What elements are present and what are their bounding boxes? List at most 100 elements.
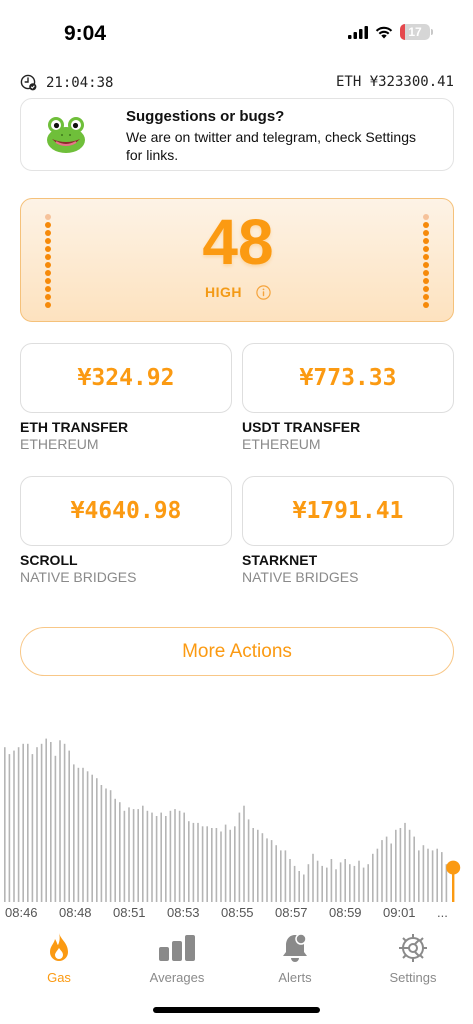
chart-bar: [229, 829, 231, 902]
gas-level-dots-right: [423, 214, 429, 308]
eth-price: ETH ¥323300.41: [335, 74, 454, 90]
chart-bar: [128, 807, 130, 902]
tile-network: ETHEREUM: [242, 436, 321, 452]
chart-bar: [362, 867, 365, 902]
chart-bar: [441, 852, 443, 902]
chart-bar: [358, 860, 360, 902]
current-time: 21:04:38: [46, 74, 114, 91]
chart-bar: [427, 848, 429, 902]
tab-alerts[interactable]: Alerts: [245, 929, 345, 985]
level-dot: [423, 294, 429, 300]
info-icon[interactable]: [256, 284, 271, 300]
chart-bar: [376, 848, 379, 902]
chart-bar: [312, 853, 314, 902]
bar-chart-icon: [159, 935, 195, 961]
chart-bar: [321, 865, 323, 902]
chart-bar: [50, 742, 52, 902]
chart-bar: [77, 767, 80, 902]
level-dot: [423, 278, 429, 284]
more-actions-button[interactable]: More Actions: [20, 627, 454, 676]
level-dot: [423, 230, 429, 236]
x-tick-label: 08:57: [275, 905, 308, 920]
chart-bar: [151, 812, 153, 902]
home-indicator: [153, 1007, 320, 1013]
gas-history-chart[interactable]: [0, 720, 473, 902]
tab-label: Alerts: [278, 970, 312, 985]
chart-bar: [307, 864, 310, 902]
chart-bar: [390, 843, 392, 902]
chart-bar: [100, 785, 103, 902]
chart-bar: [280, 850, 282, 902]
tile-price: ¥4640.98: [70, 498, 182, 524]
cellular-signal-icon: [348, 25, 368, 39]
level-dot: [423, 238, 429, 244]
chart-bar: [326, 867, 328, 902]
chart-bar: [132, 809, 135, 902]
tile-eth-transfer[interactable]: ¥324.92: [20, 343, 232, 413]
tab-settings[interactable]: Settings: [363, 929, 463, 985]
chart-bar: [298, 871, 300, 902]
x-tick-label: 08:53: [167, 905, 200, 920]
tile-price: ¥773.33: [299, 365, 397, 391]
chart-bar: [257, 829, 259, 902]
chart-bar: [349, 864, 351, 902]
frog-icon: [47, 117, 85, 153]
battery-icon: 17: [400, 24, 433, 40]
chart-bar: [284, 850, 287, 902]
status-icons: 17: [348, 24, 433, 40]
chart-bar: [289, 859, 291, 902]
tile-price: ¥1791.41: [292, 498, 404, 524]
chart-bar: [252, 828, 254, 902]
chart-bar: [45, 738, 47, 902]
level-dot: [423, 222, 429, 228]
chart-bar: [155, 816, 158, 902]
chart-bar: [303, 874, 305, 902]
chart-bar: [422, 845, 425, 902]
chart-bar: [431, 850, 434, 902]
chart-bar: [201, 826, 204, 902]
chart-bar: [408, 829, 411, 902]
chart-bar: [413, 836, 415, 902]
tile-network: NATIVE BRIDGES: [242, 569, 359, 585]
gas-level: HIGH: [205, 284, 242, 300]
tab-gas[interactable]: Gas: [9, 929, 109, 985]
chart-bar: [385, 836, 388, 902]
x-tick-label: 08:59: [329, 905, 362, 920]
tab-bar: Gas Averages Alerts Settings: [0, 925, 473, 995]
chart-bar: [8, 754, 11, 902]
tile-scroll[interactable]: ¥4640.98: [20, 476, 232, 546]
x-tick-label: 08:48: [59, 905, 92, 920]
chart-bar: [114, 798, 116, 902]
chart-bar: [91, 774, 93, 902]
chart-bar: [188, 821, 190, 902]
tile-usdt-transfer[interactable]: ¥773.33: [242, 343, 454, 413]
chart-bar: [40, 743, 43, 902]
chart-bar: [404, 822, 406, 902]
current-gas-marker[interactable]: [446, 860, 461, 875]
clock-icon: [20, 74, 37, 91]
chart-bar: [59, 740, 61, 902]
chart-bar: [353, 865, 356, 902]
tile-starknet[interactable]: ¥1791.41: [242, 476, 454, 546]
wifi-icon: [375, 26, 393, 38]
suggestion-title: Suggestions or bugs?: [126, 108, 285, 125]
chart-time-axis: 08:46 08:48 08:51 08:53 08:55 08:57 08:59 09:01…: [0, 905, 473, 925]
chart-bar: [105, 788, 107, 902]
tab-label: Averages: [149, 970, 205, 985]
chart-bar: [96, 778, 98, 902]
x-tick-label: 08:46: [5, 905, 38, 920]
chart-bar: [119, 802, 121, 902]
chart-bar: [330, 859, 333, 902]
chart-bar: [192, 822, 195, 902]
chart-bar: [142, 805, 144, 902]
gas-price-card[interactable]: 48 HIGH: [20, 198, 454, 322]
suggestion-card[interactable]: Suggestions or bugs? We are on twitter a…: [20, 98, 454, 171]
level-dot: [423, 254, 429, 260]
chart-bar: [335, 869, 337, 902]
tab-averages[interactable]: Averages: [127, 929, 227, 985]
tab-label: Gas: [47, 970, 71, 985]
chart-bar: [266, 838, 268, 902]
level-dot: [423, 246, 429, 252]
bell-icon: [283, 933, 307, 962]
chart-bar: [174, 809, 176, 902]
